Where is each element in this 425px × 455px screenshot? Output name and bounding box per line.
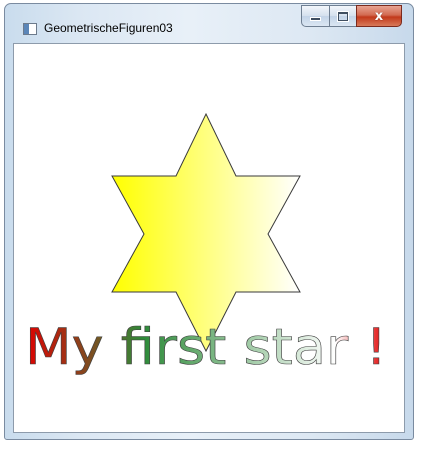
star-caption: My first star ! — [25, 318, 387, 376]
close-icon: x — [374, 8, 384, 24]
maximize-button[interactable] — [329, 5, 356, 27]
caption-buttons: x — [301, 5, 402, 29]
maximize-icon — [338, 11, 348, 21]
app-window: GeometrischeFiguren03 x My first star ! — [4, 3, 414, 440]
client-area: My first star ! — [13, 43, 405, 433]
minimize-button[interactable] — [301, 5, 329, 27]
window-app-icon[interactable] — [23, 23, 37, 35]
title-bar[interactable]: GeometrischeFiguren03 x — [5, 4, 413, 44]
minimize-icon — [310, 17, 321, 21]
window-title: GeometrischeFiguren03 — [44, 21, 173, 35]
close-button[interactable]: x — [356, 5, 402, 27]
star-shape — [111, 112, 301, 353]
drawing-canvas: My first star ! — [25, 112, 387, 376]
